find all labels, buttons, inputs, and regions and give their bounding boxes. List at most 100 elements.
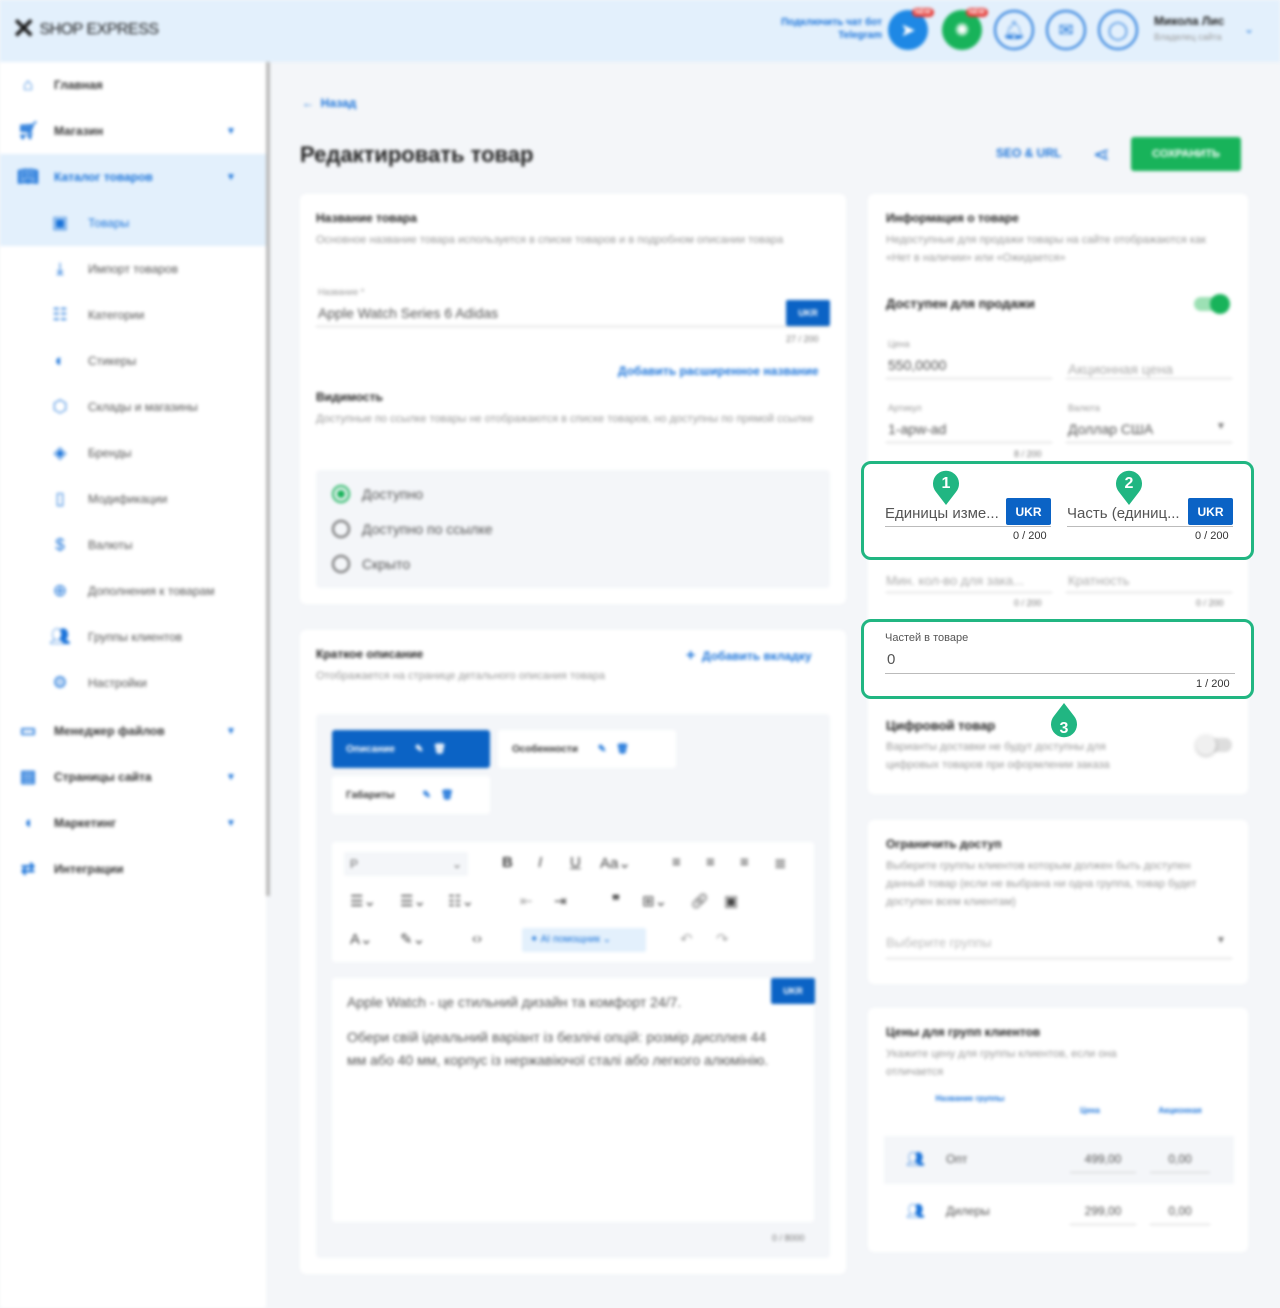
bold-icon[interactable]: B — [502, 854, 513, 871]
align-center-icon[interactable]: ≡ — [706, 854, 715, 871]
price-input[interactable]: 550,0000 — [888, 357, 946, 373]
back-link[interactable]: ← Назад — [302, 96, 356, 110]
available-toggle[interactable] — [1194, 294, 1230, 314]
sidebar-item[interactable]: ⚙ Настройки — [0, 660, 266, 706]
numbered-list-icon[interactable]: ☰⌄ — [400, 892, 426, 910]
user-icon: ◯ — [1107, 19, 1129, 40]
quote-icon[interactable]: ❞ — [612, 892, 620, 910]
undo-icon[interactable]: ↶ — [680, 930, 693, 948]
format-select[interactable]: P ⌄ — [344, 852, 468, 876]
sidebar-item[interactable]: ⬡ Склады и магазины — [0, 384, 266, 430]
group-promo-input[interactable]: 0,00 — [1150, 1152, 1210, 1166]
table-icon[interactable]: ⊞⌄ — [642, 892, 667, 910]
pencil-icon[interactable]: ✎ — [423, 790, 431, 801]
chevron-down-icon[interactable]: ▼ — [226, 818, 236, 829]
trash-icon[interactable]: 🗑︎ — [433, 744, 446, 755]
sidebar-item[interactable]: ▭ Менеджер файлов ▼ — [0, 708, 266, 754]
user-name[interactable]: Микола Лис — [1154, 14, 1224, 28]
ai-helper-button[interactable]: ✦ AI помощник ⌄ — [522, 928, 646, 952]
outdent-icon[interactable]: ⇤ — [520, 892, 533, 910]
notifications-button[interactable]: 🔔︎ — [994, 10, 1034, 50]
sidebar-item[interactable]: ☷ Категории — [0, 292, 266, 338]
chevron-down-icon[interactable]: ⌄ — [1244, 22, 1254, 36]
profile-button[interactable]: ◯ — [1098, 10, 1138, 50]
messages-button[interactable]: ✉ — [1046, 10, 1086, 50]
ai-button[interactable]: ✺ NEW — [942, 8, 988, 50]
editor-content[interactable] — [332, 978, 814, 1222]
chevron-down-icon[interactable]: ▼ — [226, 126, 236, 137]
client-groups-select[interactable]: Выберите группы — [886, 935, 991, 950]
dropdown-arrow-icon[interactable]: ▼ — [1216, 421, 1226, 432]
code-icon[interactable]: ‹› — [472, 930, 482, 947]
sidebar-item[interactable]: ◖ Маркетинг ▼ — [0, 800, 266, 846]
share-icon[interactable]: ⋖ — [1093, 142, 1110, 167]
sidebar-item[interactable]: ⌂ Главная — [0, 62, 266, 108]
radio-dot[interactable] — [332, 520, 350, 538]
seo-url-button[interactable]: SEO & URL — [996, 146, 1061, 160]
sidebar-item[interactable]: ◈ Бренды — [0, 430, 266, 476]
sidebar-item[interactable]: ⊕ Дополнения к товарам — [0, 568, 266, 614]
language-button[interactable]: UKR — [786, 300, 830, 326]
sidebar-item[interactable]: ◐ Стикеры — [0, 338, 266, 384]
save-button[interactable]: СОХРАНИТЬ — [1131, 137, 1241, 171]
add-tab-button[interactable]: + Добавить вкладку — [686, 647, 812, 665]
multiplicity-input[interactable]: Кратность — [1068, 573, 1129, 588]
sidebar-item[interactable]: 📖︎ Каталог товаров ▼ — [0, 154, 266, 200]
indent-icon[interactable]: ⇥ — [554, 892, 567, 910]
line-height-icon[interactable]: ☷⌄ — [448, 892, 474, 910]
product-name-input[interactable]: Apple Watch Series 6 Adidas — [318, 305, 498, 321]
highlight-icon[interactable]: ✎⌄ — [400, 930, 425, 948]
sidebar-item[interactable]: 👥︎ Группы клиентов — [0, 614, 266, 660]
dropdown-arrow-icon[interactable]: ▼ — [1216, 935, 1226, 946]
group-price-input[interactable]: 299,00 — [1070, 1204, 1136, 1218]
redo-icon[interactable]: ↷ — [716, 930, 729, 948]
font-size-icon[interactable]: Aa⌄ — [600, 854, 631, 872]
text-color-icon[interactable]: A⌄ — [350, 930, 373, 948]
sidebar-item[interactable]: ▯ Модификации — [0, 476, 266, 522]
chevron-down-icon[interactable]: ▼ — [226, 172, 236, 183]
radio-hidden[interactable]: Скрыто — [332, 555, 410, 573]
radio-available[interactable]: Доступно — [332, 485, 423, 503]
chevron-down-icon[interactable]: ▼ — [226, 772, 236, 783]
radio-by-link[interactable]: Доступно по ссылке — [332, 520, 493, 538]
logo[interactable]: ✕ SHOP EXPRESS — [12, 14, 159, 44]
sku-input[interactable]: 1-apw-ad — [888, 421, 946, 437]
sidebar-item[interactable]: ⇄ Интеграции — [0, 846, 266, 892]
chevron-down-icon[interactable]: ▼ — [226, 726, 236, 737]
min-quantity-input[interactable]: Мин. кол-во для зака... — [886, 573, 1024, 588]
promo-price-input[interactable]: Акционная цена — [1068, 361, 1173, 377]
link-icon[interactable]: 🔗︎ — [690, 892, 709, 910]
telegram-bot-link[interactable]: Подключить чат бот Telegram — [760, 16, 882, 42]
telegram-button[interactable]: ➤ NEW — [888, 8, 934, 50]
align-right-icon[interactable]: ≡ — [740, 854, 749, 871]
sidebar-item[interactable]: $ Валюты — [0, 522, 266, 568]
italic-icon[interactable]: I — [538, 854, 542, 871]
radio-dot[interactable] — [332, 555, 350, 573]
tab-dimensions[interactable]: Габариты ✎ 🗑︎ — [332, 776, 490, 814]
bullet-list-icon[interactable]: ☰⌄ — [350, 892, 376, 910]
sidebar-item[interactable]: ▤ Страницы сайта ▼ — [0, 754, 266, 800]
sidebar-item[interactable]: ▣ Товары — [0, 200, 266, 246]
language-button[interactable]: UKR — [771, 978, 815, 1004]
currency-select[interactable]: Доллар США — [1068, 421, 1153, 437]
radio-dot[interactable] — [332, 485, 350, 503]
pencil-icon[interactable]: ✎ — [415, 744, 423, 755]
align-justify-icon[interactable]: ≣ — [774, 854, 787, 872]
sidebar-item[interactable]: 🛒︎ Магазин ▼ — [0, 108, 266, 154]
group-promo-input[interactable]: 0,00 — [1150, 1204, 1210, 1218]
image-icon[interactable]: ▣ — [724, 892, 738, 910]
underline-icon[interactable]: U — [570, 854, 581, 871]
add-extended-name-link[interactable]: Добавить расширенное название — [618, 364, 819, 378]
tab-features[interactable]: Особенности ✎ 🗑︎ — [498, 730, 676, 768]
trash-icon[interactable]: 🗑︎ — [616, 744, 629, 755]
group-price-input[interactable]: 499,00 — [1070, 1152, 1136, 1166]
digital-toggle[interactable] — [1196, 735, 1232, 755]
pencil-icon[interactable]: ✎ — [598, 744, 606, 755]
sidebar-scrollbar[interactable] — [266, 62, 270, 896]
trash-icon[interactable]: 🗑︎ — [441, 790, 454, 801]
sidebar-item[interactable]: ⤓ Импорт товаров — [0, 246, 266, 292]
tab-description[interactable]: Описание ✎ 🗑︎ — [332, 730, 490, 768]
align-left-icon[interactable]: ≡ — [672, 854, 681, 871]
marker-label: 2 — [1125, 475, 1134, 492]
integration-icon: ⇄ — [20, 859, 36, 878]
